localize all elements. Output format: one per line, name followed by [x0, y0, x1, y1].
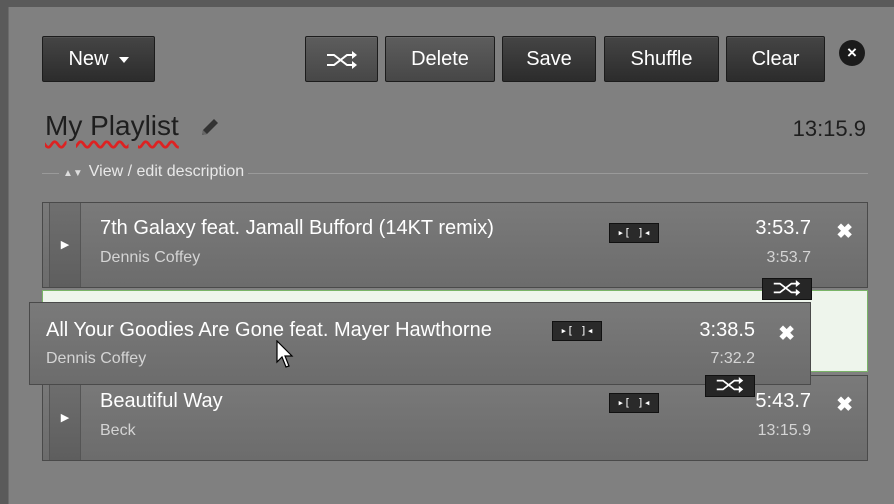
shuffle-button[interactable]: Shuffle [604, 36, 719, 82]
transition-shuffle-button[interactable] [705, 375, 755, 397]
mouse-cursor-icon [276, 340, 294, 368]
shuffle-icon [773, 280, 801, 296]
sort-arrows-icon: ▲▼ [63, 168, 83, 179]
playlist-duration: 13:15.9 [792, 116, 866, 141]
shuffle-icon [716, 377, 744, 393]
track-artist: Dennis Coffey [46, 350, 147, 367]
shuffle-icon [326, 50, 357, 69]
chevron-down-icon [118, 56, 129, 63]
track-row[interactable]: ▶ 7th Galaxy feat. Jamall Bufford (14KT … [42, 202, 868, 288]
playlist-title: My Playlist [45, 110, 179, 141]
dragged-track-row[interactable]: All Your Goodies Are Gone feat. Mayer Ha… [29, 302, 811, 385]
track-title: All Your Goodies Are Gone feat. Mayer Ha… [46, 319, 492, 341]
track-cumulative-time: 13:15.9 [757, 422, 811, 439]
track-duration: 5:43.7 [755, 390, 811, 412]
description-toggle-label: View / edit description [88, 163, 245, 180]
remove-icon[interactable]: ✖ [778, 321, 795, 346]
track-cumulative-time: 7:32.2 [710, 350, 755, 367]
cue-points-button[interactable]: ▸[ ]◂ [609, 393, 659, 413]
play-icon[interactable]: ▶ [49, 203, 81, 287]
shuffle-icon-button[interactable] [305, 36, 378, 82]
track-duration: 3:38.5 [699, 319, 755, 341]
transition-shuffle-button[interactable] [762, 278, 812, 300]
new-button-label: New [68, 48, 109, 70]
clear-button[interactable]: Clear [726, 36, 825, 82]
play-icon[interactable]: ▶ [49, 376, 81, 460]
remove-icon[interactable]: ✖ [836, 219, 853, 244]
description-toggle[interactable]: ▲▼ View / edit description [59, 163, 249, 181]
track-title: 7th Galaxy feat. Jamall Bufford (14KT re… [100, 217, 494, 239]
track-duration: 3:53.7 [755, 217, 811, 239]
cue-points-button[interactable]: ▸[ ]◂ [609, 223, 659, 243]
track-artist: Beck [100, 422, 136, 439]
pencil-icon[interactable] [199, 116, 221, 138]
remove-icon[interactable]: ✖ [836, 392, 853, 417]
track-title: Beautiful Way [100, 390, 223, 412]
track-cumulative-time: 3:53.7 [766, 249, 811, 266]
new-button[interactable]: New [42, 36, 155, 82]
track-artist: Dennis Coffey [100, 249, 201, 266]
delete-button[interactable]: Delete [385, 36, 495, 82]
page-title[interactable]: My Playlist [45, 110, 179, 142]
cue-points-button[interactable]: ▸[ ]◂ [552, 321, 602, 341]
close-icon[interactable]: × [839, 40, 865, 66]
save-button[interactable]: Save [502, 36, 596, 82]
